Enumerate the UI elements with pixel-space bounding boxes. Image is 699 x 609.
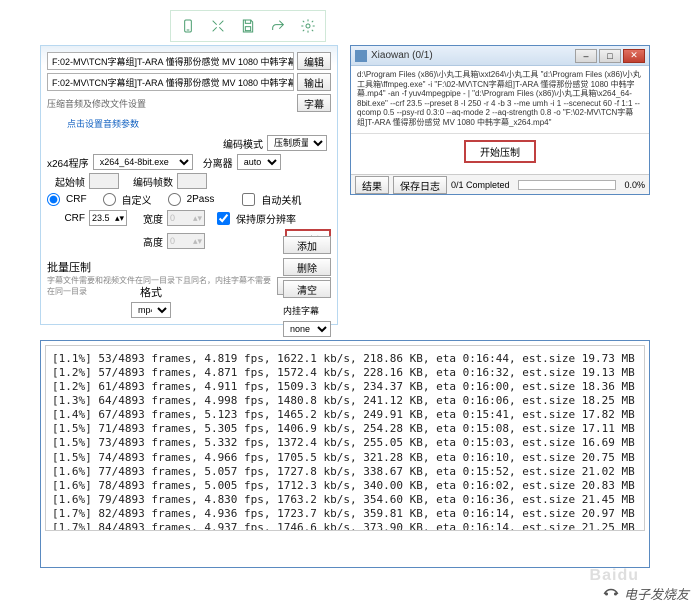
crf-label: CRF [66,194,87,205]
format-label: 格式 [140,284,162,300]
elecfans-icon [602,585,620,603]
console-line: [1.2%] 61/4893 frames, 4.911 fps, 1509.3… [52,380,638,394]
edit-button[interactable]: 编辑 [297,52,331,70]
custom-label: 自定义 [122,192,152,207]
encode-frames-input [177,173,207,189]
command-text: d:\Program Files (x86)\小丸工具箱\xxt264\小丸工具… [351,66,649,134]
encode-mode-label: 编码模式 [223,136,263,151]
encoder-settings-panel: F:02-MV\TCN字幕组]T-ARA 懂得那份感觉 MV 1080 中韩字幕… [40,45,338,325]
progress-bar [518,180,617,190]
input-file-field[interactable]: F:02-MV\TCN字幕组]T-ARA 懂得那份感觉 MV 1080 中韩字幕… [47,52,294,70]
width-label: 宽度 [143,211,163,226]
elecfans-watermark: 电子发烧友 [602,584,689,603]
xiaowan-window: Xiaowan (0/1) – □ ✕ d:\Program Files (x8… [350,45,650,195]
height-label: 高度 [143,234,163,249]
width-spinner: 0▴▾ [167,210,205,226]
keep-res-label: 保持原分辨率 [236,211,296,226]
output-button[interactable]: 输出 [297,73,331,91]
save-log-button[interactable]: 保存日志 [393,176,447,194]
app-icon [355,50,367,62]
minimize-button[interactable]: – [575,49,597,63]
console-output: [1.1%] 53/4893 frames, 4.819 fps, 1622.1… [45,345,645,531]
audio-params-link[interactable]: 点击设置音频参数 [67,115,331,132]
share-icon[interactable] [267,15,289,37]
subtitle-button[interactable]: 字幕 [297,94,331,112]
format-select[interactable]: mp4 [131,302,171,318]
console-line: [1.5%] 71/4893 frames, 5.305 fps, 1406.9… [52,422,638,436]
start-frame-input [89,173,119,189]
start-frame-label: 起始帧 [47,174,85,189]
window-titlebar: Xiaowan (0/1) – □ ✕ [351,46,649,66]
inner-sub-label: 内挂字幕 [283,304,331,317]
add-button[interactable]: 添加 [283,236,331,254]
expand-icon[interactable] [207,15,229,37]
demuxer-label: 分离器 [203,155,233,170]
crf-value-label: CRF [47,213,85,224]
keep-res-checkbox[interactable] [217,212,230,225]
x264-select[interactable]: x264_64-8bit.exe [93,154,193,170]
window-title: Xiaowan (0/1) [371,50,575,61]
console-line: [1.2%] 57/4893 frames, 4.871 fps, 1572.4… [52,366,638,380]
encode-mode-select[interactable]: 压制质量 [267,135,327,151]
encode-frames-label: 编码帧数 [133,174,173,189]
auto-shutdown-checkbox[interactable] [242,193,255,206]
gear-icon[interactable] [297,15,319,37]
2pass-radio[interactable] [168,193,181,206]
status-bar: 结果 保存日志 0/1 Completed 0.0% [351,174,649,194]
console-line: [1.6%] 77/4893 frames, 5.057 fps, 1727.8… [52,465,638,479]
completion-status: 0/1 Completed [451,180,510,190]
console-window: [1.1%] 53/4893 frames, 4.819 fps, 1622.1… [40,340,650,568]
crf-spinner[interactable]: 23.5▴▾ [89,210,127,226]
x264-label: x264程序 [47,155,89,170]
inner-sub-select[interactable]: none [283,321,331,337]
start-compress-button[interactable]: 开始压制 [464,140,536,163]
close-button[interactable]: ✕ [623,49,645,63]
console-line: [1.3%] 64/4893 frames, 4.998 fps, 1480.8… [52,394,638,408]
maximize-button[interactable]: □ [599,49,621,63]
2pass-label: 2Pass [187,194,215,205]
audio-settings-label: 压缩音频及修改文件设置 [47,95,294,112]
console-line: [1.7%] 84/4893 frames, 4.937 fps, 1746.6… [52,521,638,531]
percent-text: 0.0% [624,180,645,190]
editor-toolbar [170,10,326,42]
output-file-field[interactable]: F:02-MV\TCN字幕组]T-ARA 懂得那份感觉 MV 1080 中韩字幕… [47,73,294,91]
auto-shutdown-label: 自动关机 [261,192,301,207]
save-icon[interactable] [237,15,259,37]
console-line: [1.7%] 82/4893 frames, 4.936 fps, 1723.7… [52,507,638,521]
console-line: [1.5%] 73/4893 frames, 5.332 fps, 1372.4… [52,436,638,450]
console-line: [1.4%] 67/4893 frames, 5.123 fps, 1465.2… [52,408,638,422]
console-line: [1.1%] 53/4893 frames, 4.819 fps, 1622.1… [52,352,638,366]
demuxer-select[interactable]: auto [237,154,281,170]
delete-button[interactable]: 删除 [283,258,331,276]
clear-button[interactable]: 清空 [283,280,331,298]
baidu-watermark: Baidu [590,567,639,585]
console-line: [1.5%] 74/4893 frames, 4.966 fps, 1705.5… [52,451,638,465]
crf-radio[interactable] [47,193,60,206]
height-spinner: 0▴▾ [167,233,205,249]
mobile-icon[interactable] [177,15,199,37]
console-line: [1.6%] 79/4893 frames, 4.830 fps, 1763.2… [52,493,638,507]
result-button[interactable]: 结果 [355,176,389,194]
custom-radio[interactable] [103,193,116,206]
console-line: [1.6%] 78/4893 frames, 5.005 fps, 1712.3… [52,479,638,493]
